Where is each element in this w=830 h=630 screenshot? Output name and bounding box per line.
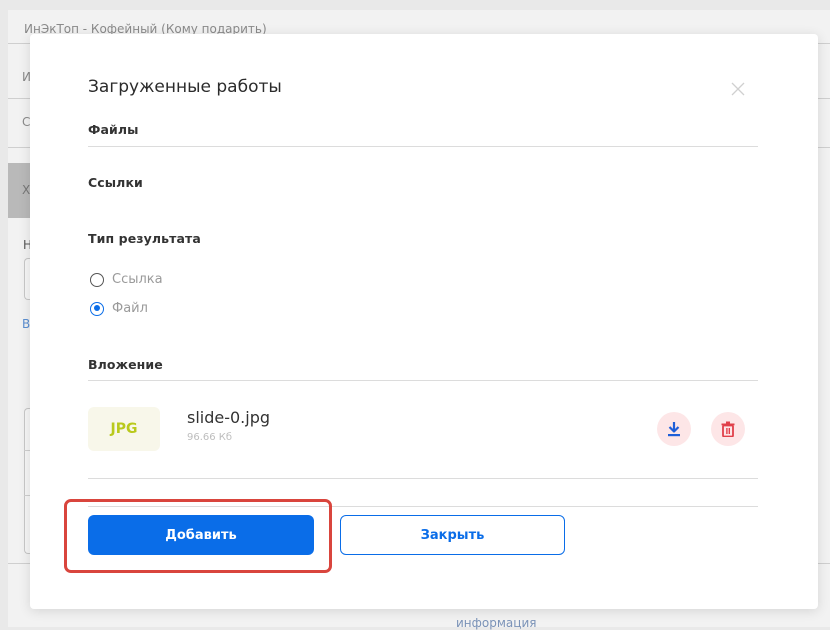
download-icon bbox=[667, 421, 681, 437]
footer-divider bbox=[88, 506, 758, 507]
close-button[interactable]: Закрыть bbox=[340, 515, 565, 555]
attachment-bottom-divider bbox=[88, 478, 758, 479]
files-divider bbox=[88, 146, 758, 147]
delete-button[interactable] bbox=[711, 412, 745, 446]
add-button[interactable]: Добавить bbox=[88, 515, 314, 555]
file-name: slide-0.jpg bbox=[187, 408, 271, 427]
radio-button-checked[interactable] bbox=[90, 301, 104, 316]
radio-label: Файл bbox=[112, 301, 148, 316]
file-size: 96.66 Кб bbox=[187, 432, 233, 443]
trash-icon bbox=[721, 421, 735, 437]
modal-title: Загруженные работы bbox=[88, 77, 282, 97]
attachment-section-label: Вложение bbox=[88, 357, 163, 372]
radio-option-file[interactable]: Файл bbox=[90, 301, 148, 316]
download-button[interactable] bbox=[657, 412, 691, 446]
radio-option-link[interactable]: Ссылка bbox=[90, 272, 163, 287]
close-icon[interactable] bbox=[730, 81, 746, 97]
file-type-badge: JPG bbox=[88, 407, 160, 451]
files-section-label: Файлы bbox=[88, 122, 139, 137]
radio-button[interactable] bbox=[90, 272, 104, 287]
links-section-label: Ссылки bbox=[88, 175, 143, 190]
attachment-divider bbox=[88, 380, 758, 381]
background-bottom-text: информация bbox=[456, 616, 537, 630]
uploaded-works-modal: Загруженные работы Файлы Ссылки Тип резу… bbox=[30, 34, 818, 609]
result-type-label: Тип результата bbox=[88, 231, 201, 246]
background-row-text: Х bbox=[22, 183, 31, 197]
radio-label: Ссылка bbox=[112, 272, 163, 287]
background-link: В bbox=[22, 317, 31, 331]
